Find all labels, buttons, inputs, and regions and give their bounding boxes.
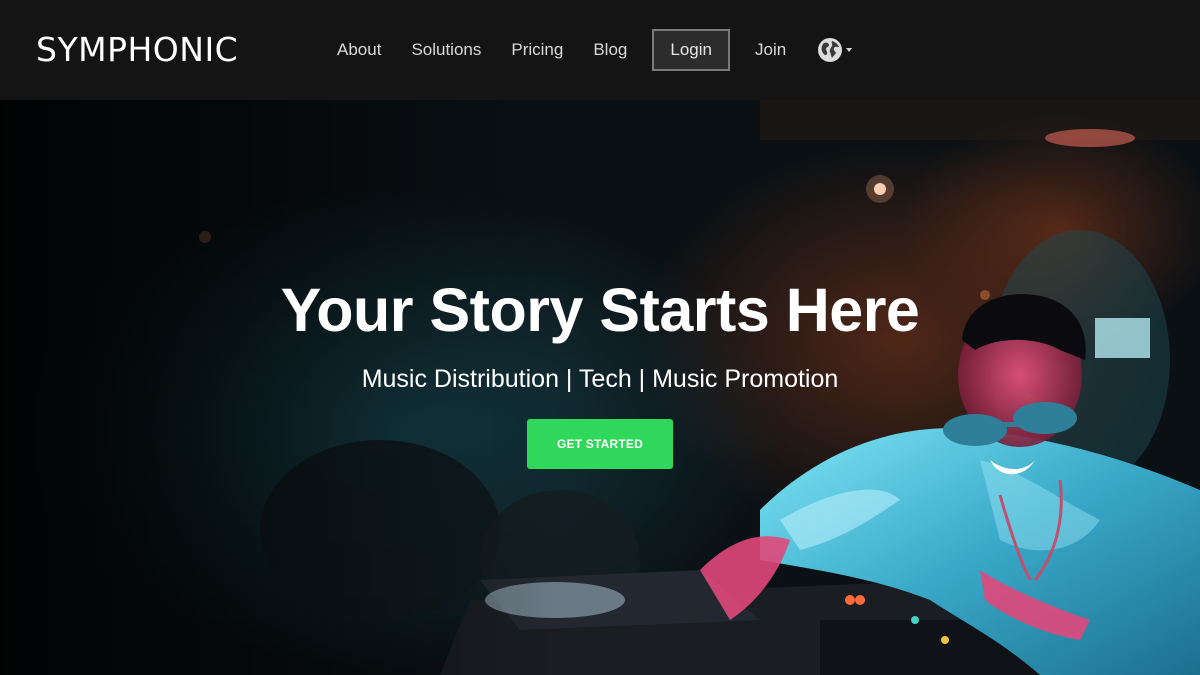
- chevron-down-icon: [846, 48, 853, 52]
- login-button[interactable]: Login: [652, 29, 730, 71]
- globe-icon: [817, 37, 843, 63]
- nav-about[interactable]: About: [322, 29, 396, 71]
- hero-subtitle: Music Distribution | Tech | Music Promot…: [361, 365, 839, 393]
- nav-solutions[interactable]: Solutions: [396, 29, 496, 71]
- hero-content: Your Story Starts Here Music Distributio…: [0, 100, 1200, 675]
- nav-pricing[interactable]: Pricing: [496, 29, 578, 71]
- main-nav: About Solutions Pricing Blog Login Join: [322, 29, 853, 71]
- hero-title: Your Story Starts Here: [280, 276, 920, 344]
- site-header: SYMPHONIC About Solutions Pricing Blog L…: [0, 0, 1200, 100]
- nav-blog[interactable]: Blog: [578, 29, 642, 71]
- nav-join[interactable]: Join: [740, 29, 801, 71]
- language-selector[interactable]: [817, 29, 853, 71]
- get-started-button[interactable]: GET STARTED: [527, 419, 673, 469]
- hero-section: Your Story Starts Here Music Distributio…: [0, 100, 1200, 675]
- symphonic-logo[interactable]: SYMPHONIC: [36, 28, 238, 72]
